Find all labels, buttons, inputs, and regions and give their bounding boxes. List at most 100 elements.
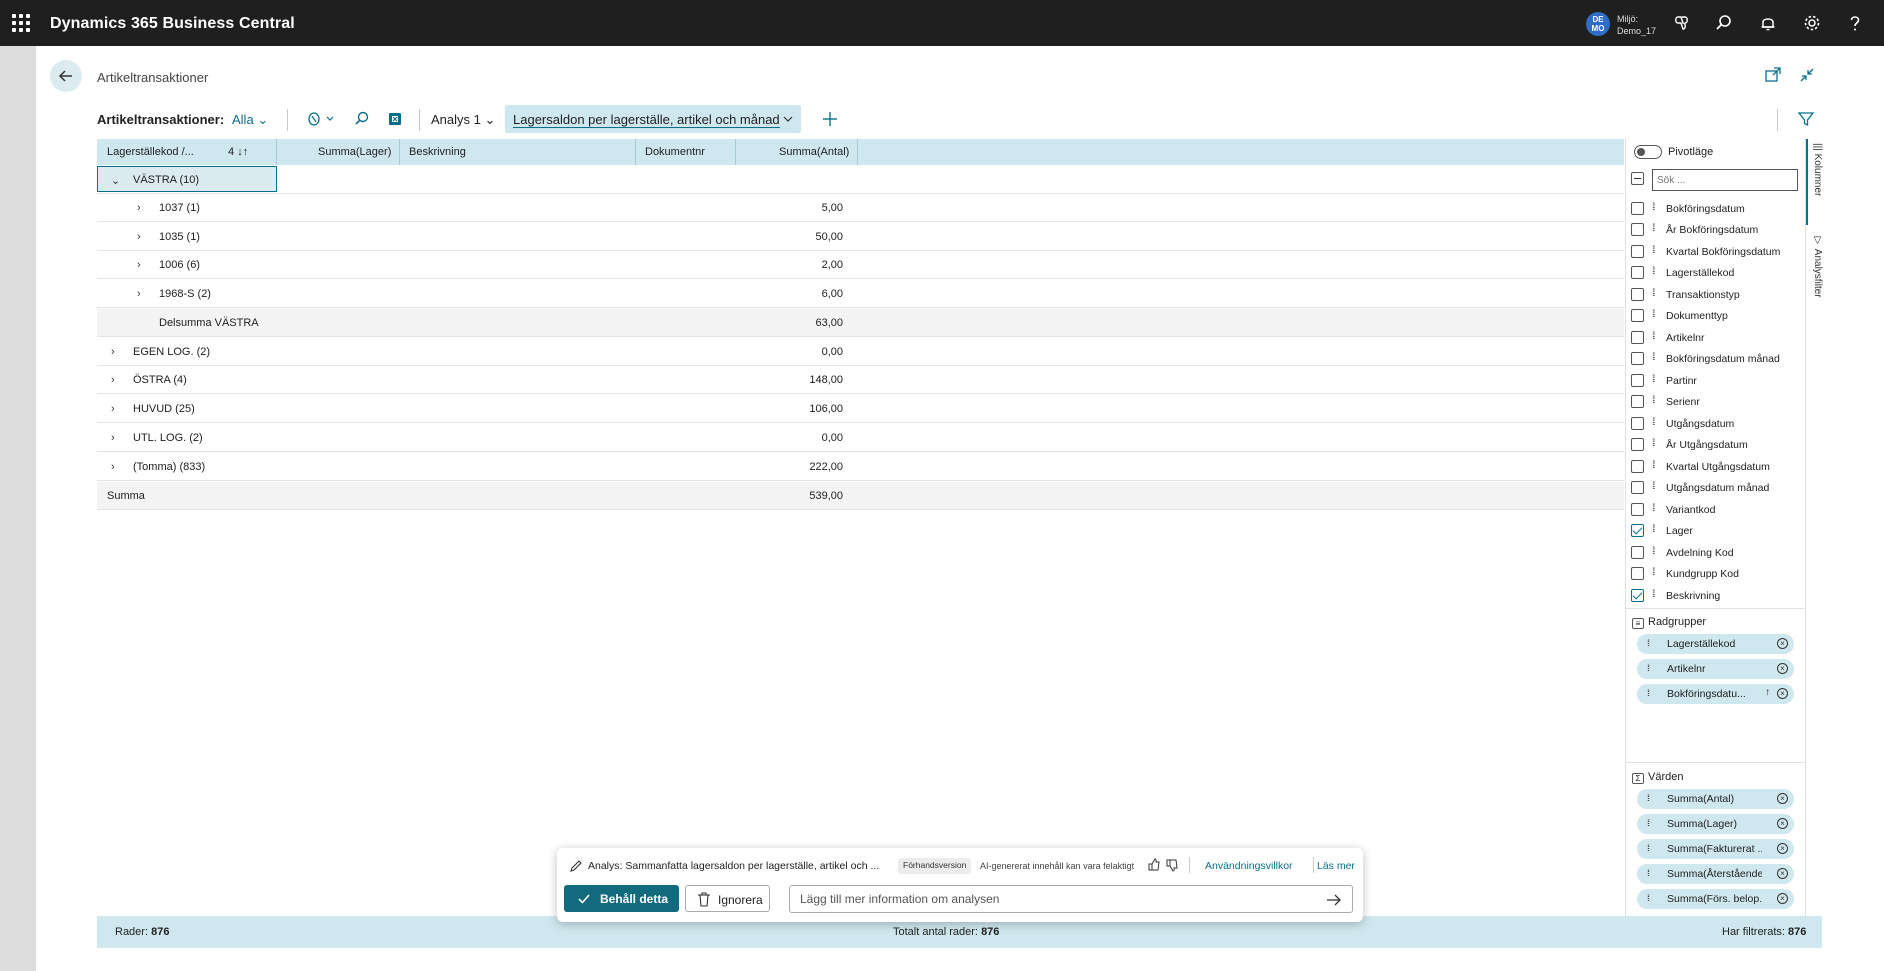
drag-handle-icon[interactable]: ⁞⁞ (1647, 818, 1650, 828)
excel-export-icon[interactable] (387, 110, 405, 128)
remove-icon[interactable]: × (1777, 843, 1788, 854)
drag-handle-icon[interactable]: ⁞⁞ (1647, 868, 1650, 878)
value-pill[interactable]: ⁞⁞ Summa(Förs. belop... × (1637, 889, 1794, 909)
terms-link[interactable]: Användningsvillkor (1205, 860, 1293, 872)
table-row[interactable]: › 1006 (6) 2,00 (97, 251, 1624, 279)
tab-columns[interactable]: ||| Kolumner (1806, 139, 1823, 225)
view-filter-dropdown[interactable]: Alla ⌄ (232, 112, 268, 128)
field-item[interactable]: ⁞⁞ Avdelning Kod (1626, 544, 1804, 562)
field-checkbox[interactable] (1631, 309, 1644, 322)
field-item[interactable]: ⁞⁞ Kundgrupp Kod (1626, 565, 1804, 583)
value-pill[interactable]: ⁞⁞ Summa(Antal) × (1637, 789, 1794, 809)
chevron-right-icon[interactable]: › (137, 231, 141, 243)
collapse-icon[interactable] (1798, 66, 1816, 84)
analysis-tab-active[interactable]: Lagersaldon per lagerställe, artikel och… (505, 105, 801, 133)
drag-handle-icon[interactable]: ⁞⁞ (1652, 288, 1655, 299)
send-arrow-icon[interactable] (1326, 893, 1342, 907)
add-analysis-tab-icon[interactable] (821, 110, 839, 128)
chevron-right-icon[interactable]: › (137, 288, 141, 300)
field-checkbox[interactable] (1631, 245, 1644, 258)
rowgroup-pill[interactable]: ⁞⁞ Bokföringsdatu... ↑ × (1637, 684, 1794, 704)
drag-handle-icon[interactable]: ⁞⁞ (1652, 309, 1655, 320)
subtotal-row[interactable]: Delsumma VÄSTRA 63,00 (97, 309, 1624, 337)
column-divider[interactable] (399, 139, 400, 165)
table-row[interactable]: › HUVUD (25) 106,00 (97, 395, 1624, 423)
analysis-mode-icon[interactable] (307, 111, 337, 127)
drag-handle-icon[interactable]: ⁞⁞ (1647, 843, 1650, 853)
field-checkbox[interactable] (1631, 481, 1644, 494)
gear-icon[interactable] (1802, 13, 1822, 33)
chevron-right-icon[interactable]: › (111, 403, 115, 415)
chevron-right-icon[interactable]: › (111, 346, 115, 358)
field-checkbox[interactable] (1631, 202, 1644, 215)
rowgroup-pill[interactable]: ⁞⁞ Lagerställekod × (1637, 634, 1794, 654)
field-item[interactable]: ⁞⁞ Lager (1626, 522, 1804, 540)
read-more-link[interactable]: Läs mer (1317, 860, 1355, 872)
copilot-refine-input[interactable] (800, 891, 1320, 907)
field-checkbox[interactable] (1631, 395, 1644, 408)
remove-icon[interactable]: × (1777, 663, 1788, 674)
search-icon[interactable] (1714, 13, 1734, 33)
column-divider[interactable] (857, 139, 858, 165)
field-item[interactable]: ⁞⁞ Kvartal Bokföringsdatum (1626, 243, 1804, 261)
remove-icon[interactable]: × (1777, 818, 1788, 829)
field-checkbox[interactable] (1631, 460, 1644, 473)
table-row[interactable]: › UTL. LOG. (2) 0,00 (97, 424, 1624, 452)
column-sort-indicator[interactable]: 4 ↓↑ (228, 146, 248, 158)
drag-handle-icon[interactable]: ⁞⁞ (1647, 638, 1650, 648)
remove-icon[interactable]: × (1777, 638, 1788, 649)
search-list-icon[interactable] (353, 110, 371, 128)
chevron-right-icon[interactable]: › (111, 374, 115, 386)
copilot-refine-field[interactable] (789, 885, 1353, 913)
field-item[interactable]: ⁞⁞ Serienr (1626, 393, 1804, 411)
analysis-dropdown[interactable]: Analys 1 ⌄ (431, 112, 495, 128)
drag-handle-icon[interactable]: ⁞⁞ (1647, 793, 1650, 803)
field-checkbox[interactable] (1631, 546, 1644, 559)
column-divider[interactable] (635, 139, 636, 165)
remove-icon[interactable]: × (1777, 868, 1788, 879)
value-pill[interactable]: ⁞⁞ Summa(Lager) × (1637, 814, 1794, 834)
table-row[interactable]: › 1037 (1) 5,00 (97, 194, 1624, 222)
field-item[interactable]: ⁞⁞ Partinr (1626, 372, 1804, 390)
field-item[interactable]: ⁞⁞ Beskrivning (1626, 587, 1804, 605)
drag-handle-icon[interactable]: ⁞⁞ (1652, 503, 1655, 514)
table-row[interactable]: › 1035 (1) 50,00 (97, 223, 1624, 251)
drag-handle-icon[interactable]: ⁞⁞ (1652, 524, 1655, 535)
ignore-button[interactable]: Ignorera (685, 885, 770, 912)
drag-handle-icon[interactable]: ⁞⁞ (1647, 893, 1650, 903)
column-divider[interactable] (735, 139, 736, 165)
field-checkbox[interactable] (1631, 331, 1644, 344)
environment-info[interactable]: Miljö: Demo_17 (1617, 13, 1656, 37)
field-checkbox[interactable] (1631, 417, 1644, 430)
app-name[interactable]: Dynamics 365 Business Central (50, 15, 295, 33)
pivot-mode-toggle[interactable] (1634, 145, 1662, 159)
keep-button[interactable]: Behåll detta (564, 885, 679, 912)
environment-avatar[interactable]: DE MO (1586, 12, 1610, 36)
table-row[interactable]: › ÖSTRA (4) 148,00 (97, 366, 1624, 394)
drag-handle-icon[interactable]: ⁞⁞ (1652, 481, 1655, 492)
field-item[interactable]: ⁞⁞ Bokföringsdatum (1626, 200, 1804, 218)
thumbs-down-icon[interactable] (1165, 858, 1179, 872)
remove-icon[interactable]: × (1777, 793, 1788, 804)
value-pill[interactable]: ⁞⁞ Summa(Återstående... × (1637, 864, 1794, 884)
field-checkbox[interactable] (1631, 223, 1644, 236)
drag-handle-icon[interactable]: ⁞⁞ (1652, 567, 1655, 578)
rowgroup-pill[interactable]: ⁞⁞ Artikelnr × (1637, 659, 1794, 679)
chevron-right-icon[interactable]: › (137, 259, 141, 271)
field-item[interactable]: ⁞⁞ Utgångsdatum (1626, 415, 1804, 433)
table-row-group[interactable]: ⌄ VÄSTRA (10) (97, 166, 1624, 194)
field-checkbox[interactable] (1631, 503, 1644, 516)
field-checkbox-checked[interactable] (1631, 589, 1644, 602)
field-item[interactable]: ⁞⁞ Kvartal Utgångsdatum (1626, 458, 1804, 476)
drag-handle-icon[interactable]: ⁞⁞ (1652, 266, 1655, 277)
open-new-window-icon[interactable] (1764, 66, 1782, 84)
drag-handle-icon[interactable]: ⁞⁞ (1652, 374, 1655, 385)
drag-handle-icon[interactable]: ⁞⁞ (1652, 352, 1655, 363)
remove-icon[interactable]: × (1777, 893, 1788, 904)
chevron-right-icon[interactable]: › (111, 432, 115, 444)
drag-handle-icon[interactable]: ⁞⁞ (1652, 331, 1655, 342)
field-item[interactable]: ⁞⁞ Artikelnr (1626, 329, 1804, 347)
drag-handle-icon[interactable]: ⁞⁞ (1647, 688, 1650, 698)
drag-handle-icon[interactable]: ⁞⁞ (1652, 589, 1655, 600)
field-checkbox[interactable] (1631, 288, 1644, 301)
